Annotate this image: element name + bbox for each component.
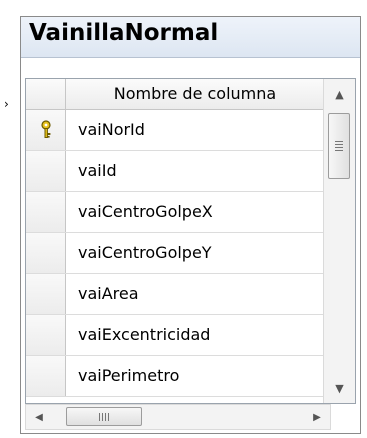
column-name-cell[interactable]: vaiCentroGolpeY	[66, 233, 324, 273]
column-name-cell[interactable]: vaiPerimetro	[66, 356, 324, 396]
row-selector[interactable]	[26, 110, 66, 150]
connector-stub: ›	[4, 97, 9, 111]
vertical-scroll-thumb[interactable]	[328, 113, 350, 179]
grid-header-row: Nombre de columna	[26, 79, 324, 110]
row-selector[interactable]	[26, 192, 66, 232]
column-header-name[interactable]: Nombre de columna	[66, 79, 324, 109]
column-row[interactable]: vaiCentroGolpeX	[26, 192, 324, 233]
column-row[interactable]: vaiExcentricidad	[26, 315, 324, 356]
horizontal-scrollbar[interactable]: ◀ ▶	[25, 404, 331, 430]
vertical-scrollbar[interactable]: ▲ ▼	[323, 79, 355, 403]
column-row[interactable]: vaiPerimetro	[26, 356, 324, 397]
row-selector[interactable]	[26, 233, 66, 273]
table-title: VainillaNormal	[29, 20, 219, 46]
arrow-down-icon[interactable]: ▼	[324, 373, 355, 403]
grip-icon	[335, 141, 343, 151]
arrow-up-icon[interactable]: ▲	[324, 79, 355, 109]
column-row[interactable]: vaiCentroGolpeY	[26, 233, 324, 274]
arrow-right-icon[interactable]: ▶	[304, 405, 330, 429]
column-row[interactable]: vaiId	[26, 151, 324, 192]
horizontal-scroll-thumb[interactable]	[66, 407, 142, 426]
column-name-cell[interactable]: vaiNorId	[66, 110, 324, 150]
table-title-bar[interactable]: VainillaNormal	[21, 17, 360, 58]
column-grid: Nombre de columna vaiNorId vaiId vaiCentro…	[25, 78, 356, 404]
row-selector[interactable]	[26, 315, 66, 355]
key-icon	[40, 120, 51, 138]
row-selector[interactable]	[26, 151, 66, 191]
grip-icon	[99, 412, 109, 421]
table-diagram-box[interactable]: VainillaNormal Nombre de columna vaiNorI…	[20, 16, 361, 434]
row-header-corner	[26, 79, 66, 109]
column-name-cell[interactable]: vaiArea	[66, 274, 324, 314]
column-row[interactable]: vaiNorId	[26, 110, 324, 151]
row-selector[interactable]	[26, 356, 66, 396]
column-name-cell[interactable]: vaiExcentricidad	[66, 315, 324, 355]
column-name-cell[interactable]: vaiCentroGolpeX	[66, 192, 324, 232]
column-row[interactable]: vaiArea	[26, 274, 324, 315]
column-rows: vaiNorId vaiId vaiCentroGolpeX vaiCentroGol…	[26, 110, 324, 397]
arrow-left-icon[interactable]: ◀	[26, 405, 52, 429]
row-selector[interactable]	[26, 274, 66, 314]
column-name-cell[interactable]: vaiId	[66, 151, 324, 191]
